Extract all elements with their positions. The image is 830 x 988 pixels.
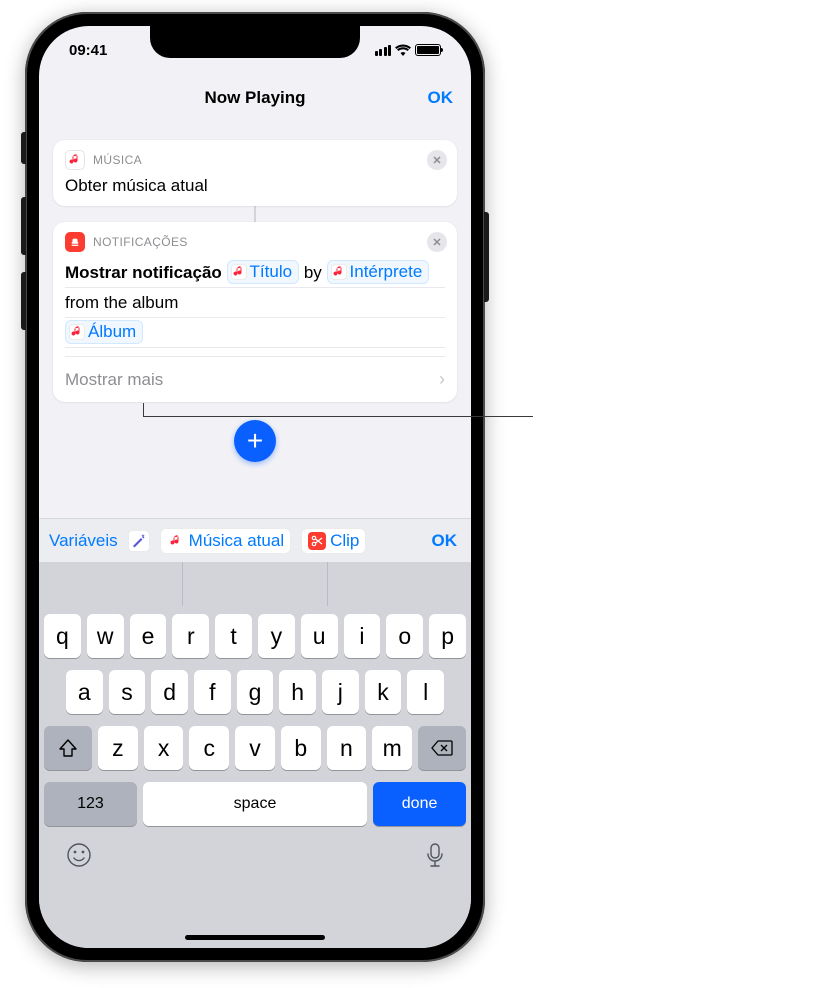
key-q[interactable]: q [44,614,81,658]
music-note-icon [231,264,247,280]
close-icon[interactable]: ✕ [427,232,447,252]
close-icon[interactable]: ✕ [427,150,447,170]
key-i[interactable]: i [344,614,381,658]
key-j[interactable]: j [322,670,359,714]
key-m[interactable]: m [372,726,412,770]
music-note-icon [331,264,347,280]
magic-variable-icon[interactable] [128,530,150,552]
wifi-icon [395,44,411,56]
screen: 09:41 Now Playing OK MÚSICA [39,26,471,948]
device-frame: 09:41 Now Playing OK MÚSICA [25,12,485,962]
keyboard-row-1: q w e r t y u i o p [44,614,466,658]
music-note-icon [167,532,185,550]
numbers-key[interactable]: 123 [44,782,137,826]
clipboard-chip[interactable]: Clip [301,528,366,554]
suggestion-ok-button[interactable]: OK [432,531,462,551]
status-time: 09:41 [69,42,107,59]
key-v[interactable]: v [235,726,275,770]
variable-token-artist[interactable]: Intérprete [327,260,430,284]
key-c[interactable]: c [189,726,229,770]
chip-label: Música atual [189,531,284,551]
variables-button[interactable]: Variáveis [49,531,118,551]
current-music-chip[interactable]: Música atual [160,528,291,554]
notch [150,26,360,58]
key-o[interactable]: o [386,614,423,658]
card-app-label: NOTIFICAÇÕES [93,235,188,249]
key-s[interactable]: s [109,670,146,714]
music-note-icon [69,324,85,340]
done-key[interactable]: done [373,782,466,826]
key-w[interactable]: w [87,614,124,658]
key-t[interactable]: t [215,614,252,658]
text-by: by [304,263,322,282]
emoji-icon[interactable] [66,842,92,875]
cellular-signal-icon [375,45,392,56]
keyboard-row-2: a s d f g h j k l [44,670,466,714]
key-y[interactable]: y [258,614,295,658]
key-k[interactable]: k [365,670,402,714]
key-e[interactable]: e [130,614,167,658]
status-right [375,44,442,56]
action-title: Obter música atual [65,176,445,196]
key-g[interactable]: g [237,670,274,714]
token-label: Intérprete [350,261,423,283]
suggestion-bar: Variáveis Música atual Clip OK [39,518,471,562]
token-label: Título [250,261,293,283]
token-label: Álbum [88,321,136,343]
key-l[interactable]: l [407,670,444,714]
chevron-right-icon: › [439,369,445,390]
show-more-row[interactable]: Mostrar mais › [65,356,445,390]
home-indicator[interactable] [185,935,325,940]
volume-down-button [21,272,26,330]
key-n[interactable]: n [327,726,367,770]
variable-token-album[interactable]: Álbum [65,320,143,344]
key-d[interactable]: d [151,670,188,714]
prediction-slot[interactable] [328,562,471,606]
action-card-music[interactable]: MÚSICA ✕ Obter música atual [53,140,457,206]
key-b[interactable]: b [281,726,321,770]
music-app-icon [65,150,85,170]
volume-up-button [21,197,26,255]
card-app-label: MÚSICA [93,153,142,167]
text-from: from the album [65,293,178,312]
key-x[interactable]: x [144,726,184,770]
connector-line [254,206,256,222]
keyboard-row-bottom: 123 space done [44,782,466,826]
switch-silent [21,132,26,164]
notifications-app-icon [65,232,85,252]
key-u[interactable]: u [301,614,338,658]
battery-icon [415,44,441,56]
page-title: Now Playing [204,88,305,108]
backspace-key[interactable] [418,726,466,770]
chip-label: Clip [330,531,359,551]
key-h[interactable]: h [279,670,316,714]
variable-token-title[interactable]: Título [227,260,300,284]
action-label: Mostrar notificação [65,263,222,282]
space-key[interactable]: space [143,782,367,826]
action-card-notification[interactable]: NOTIFICAÇÕES ✕ Mostrar notificação Títul… [53,222,457,402]
keyboard: q w e r t y u i o p a s d f g h j k l [39,606,471,948]
keyboard-row-3: z x c v b n m [44,726,466,770]
key-a[interactable]: a [66,670,103,714]
keyboard-footer [44,836,466,875]
callout-line [143,403,533,417]
notification-body[interactable]: Mostrar notificação Título by Intérprete… [65,258,445,348]
shift-key[interactable] [44,726,92,770]
predictive-bar [39,562,471,606]
prediction-slot[interactable] [39,562,183,606]
key-f[interactable]: f [194,670,231,714]
navigation-bar: Now Playing OK [39,74,471,122]
dictation-icon[interactable] [426,842,444,875]
show-more-label: Mostrar mais [65,370,163,390]
scissors-icon [308,532,326,550]
key-r[interactable]: r [172,614,209,658]
key-p[interactable]: p [429,614,466,658]
side-button [484,212,489,302]
key-z[interactable]: z [98,726,138,770]
prediction-slot[interactable] [183,562,327,606]
ok-button[interactable]: OK [428,88,454,108]
add-action-button[interactable]: + [234,420,276,462]
